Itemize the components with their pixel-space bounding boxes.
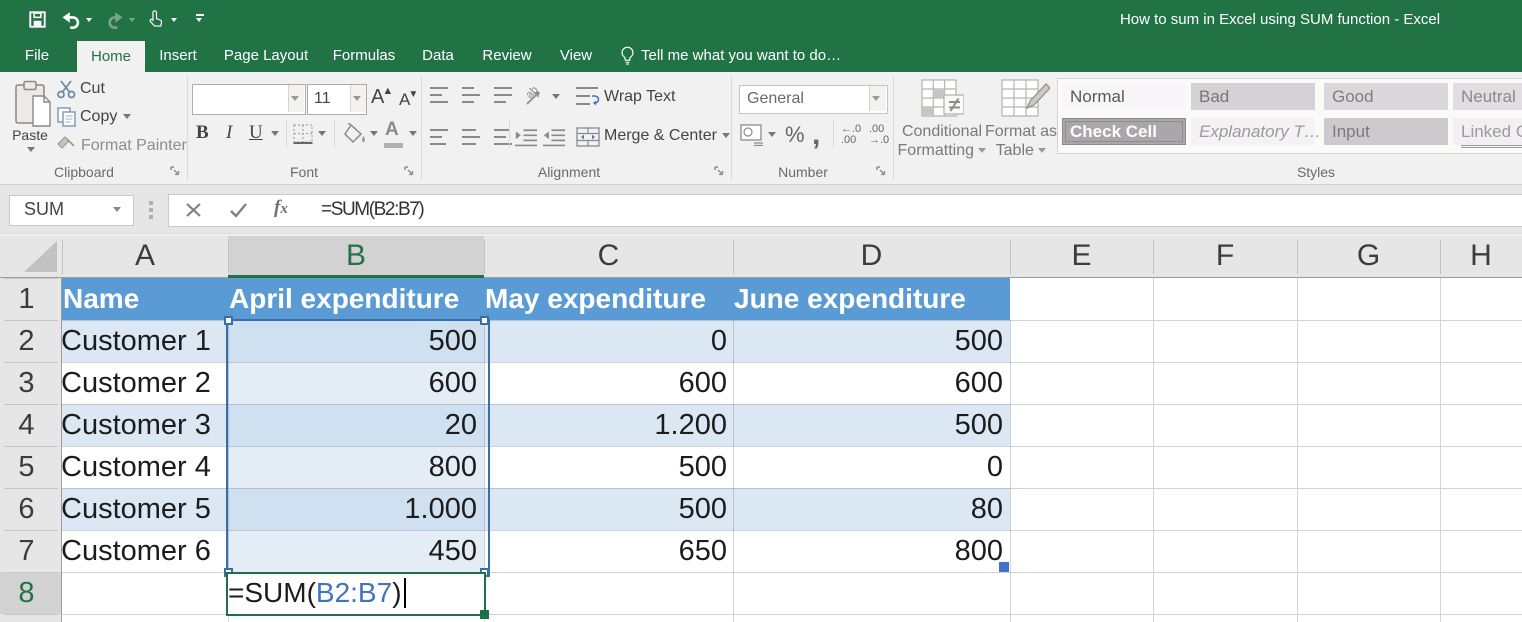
svg-text:ab: ab — [524, 84, 541, 101]
